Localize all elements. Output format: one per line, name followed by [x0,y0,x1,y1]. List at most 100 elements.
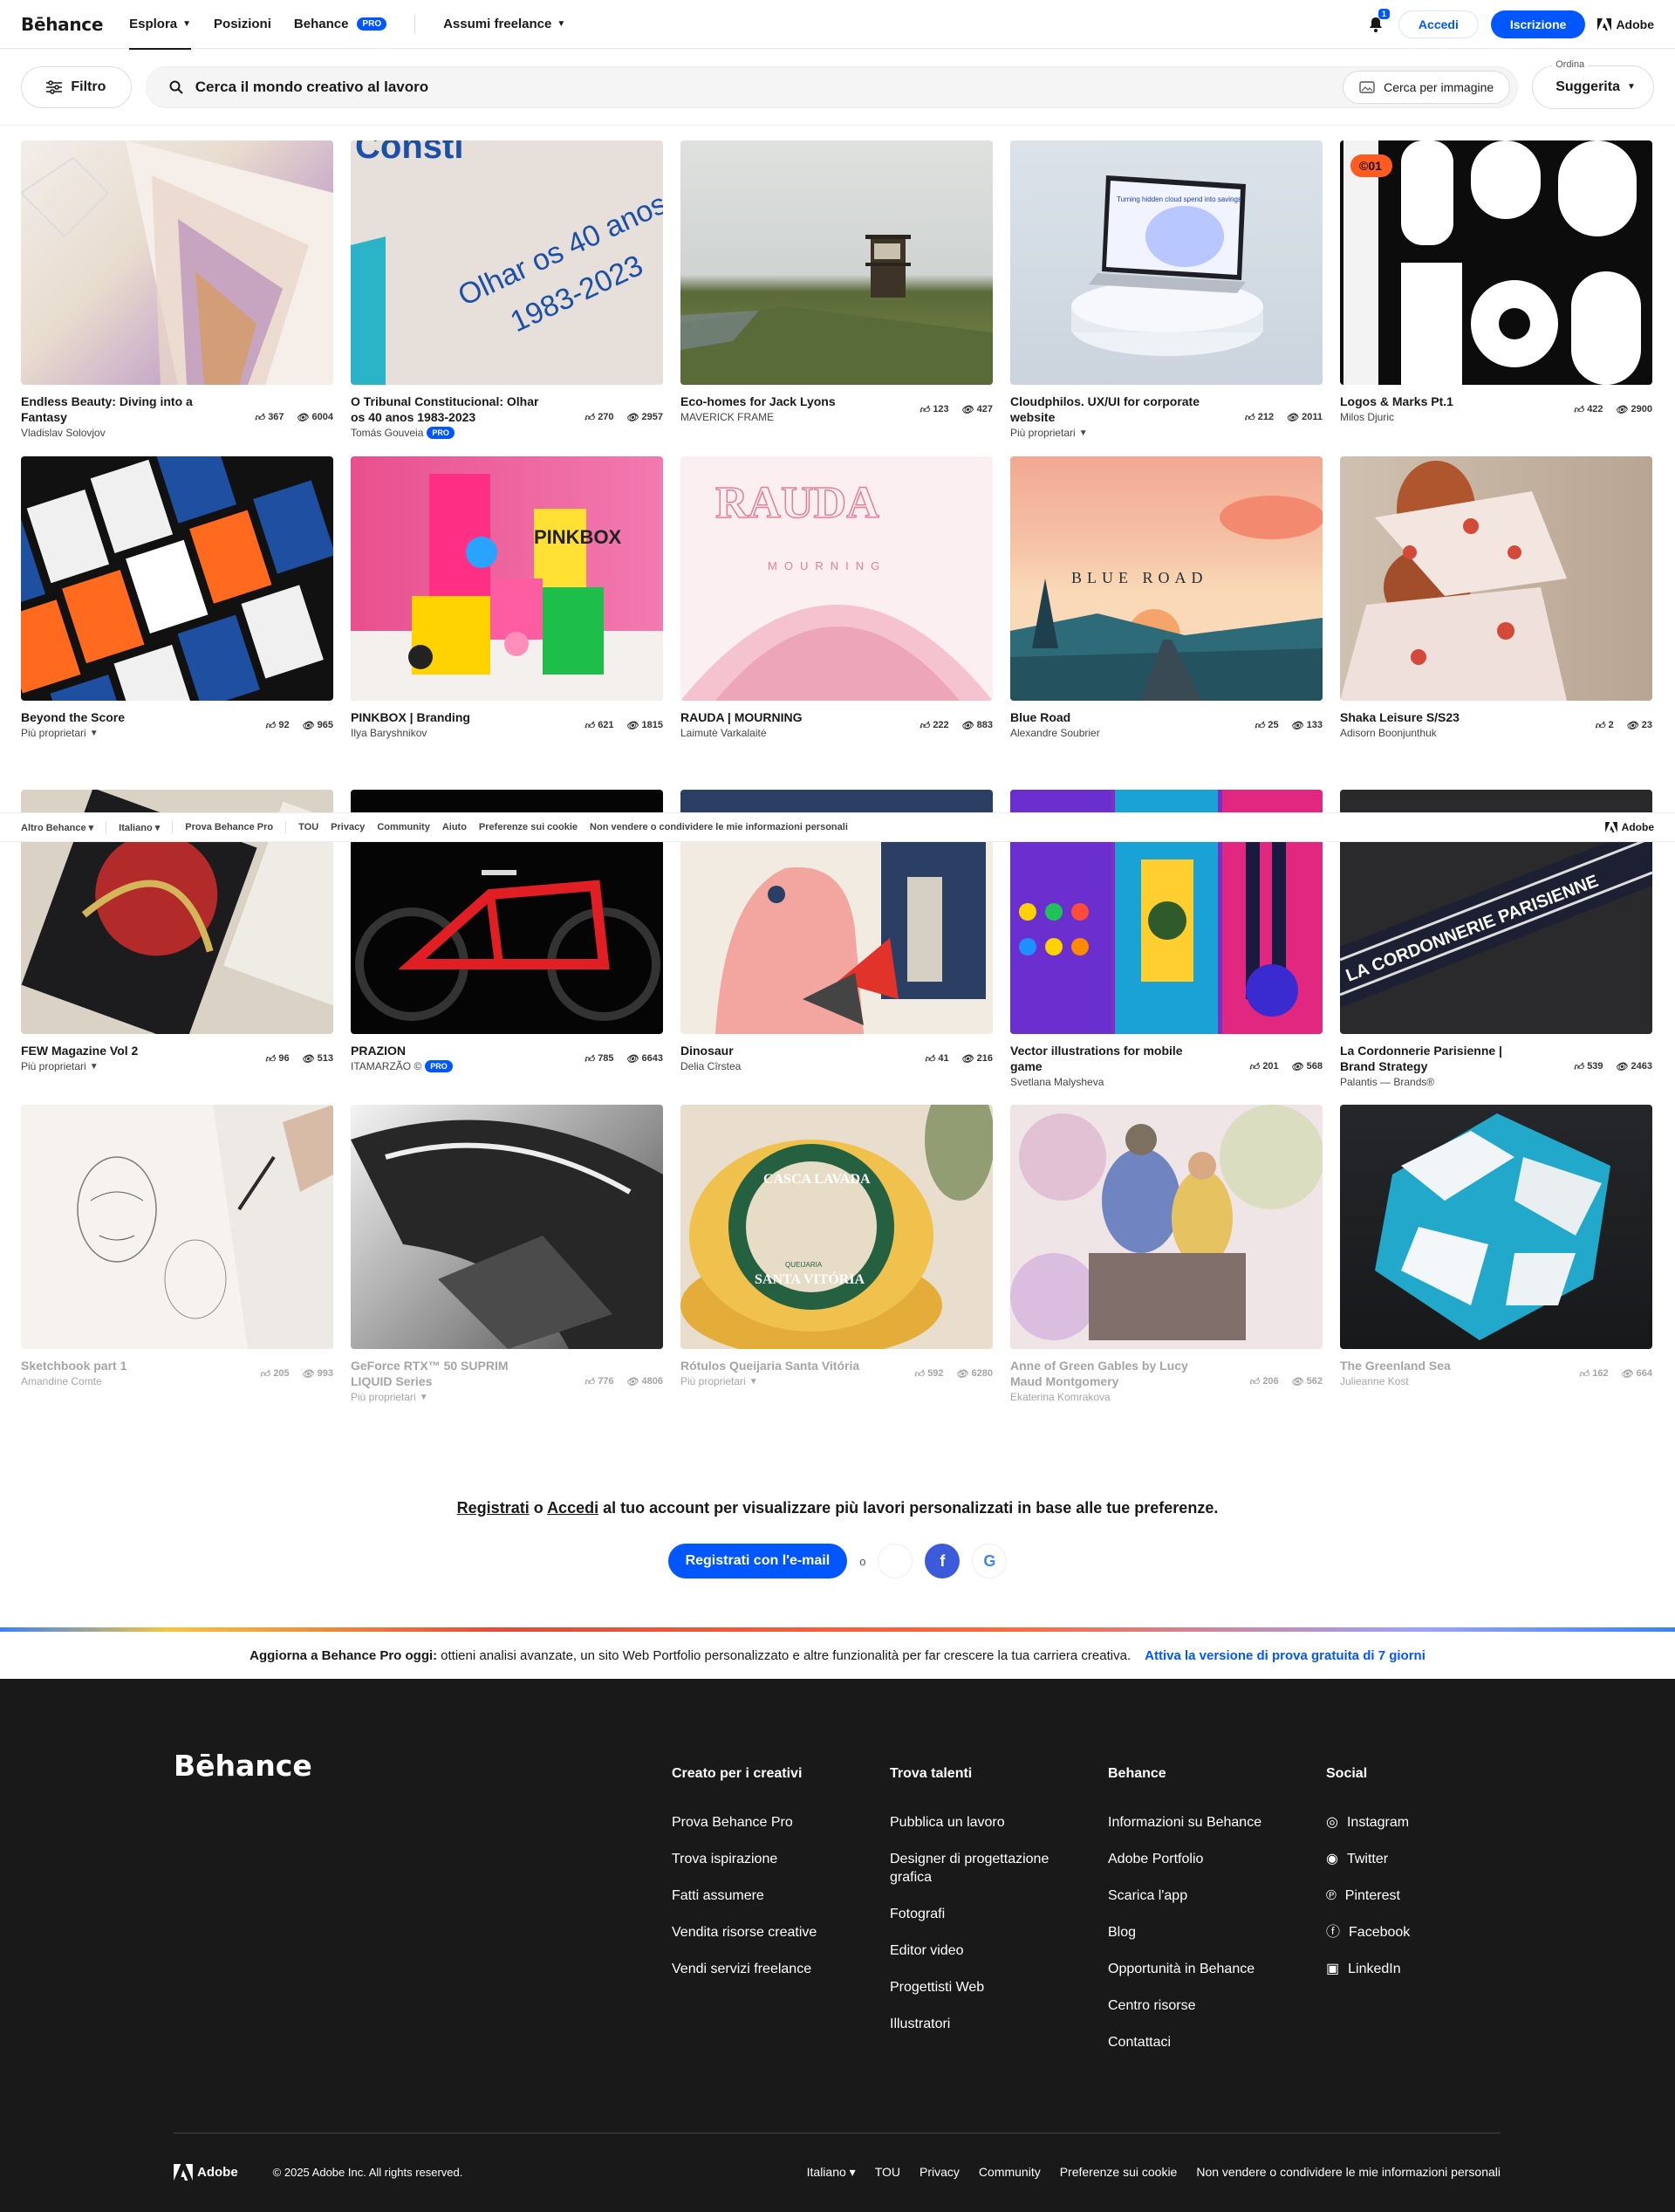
project-card[interactable]: CASCA LAVADA SANTA VITÓRIA QUEIJARIA Rótul… [680,1105,993,1387]
project-title[interactable]: Anne of Green Gables by Lucy Maud Montgo… [1010,1358,1202,1389]
footer-link[interactable]: Blog [1108,1923,1282,1941]
project-title[interactable]: FEW Magazine Vol 2 [21,1043,213,1058]
project-title[interactable]: Beyond the Score [21,709,213,725]
project-thumbnail[interactable]: PINKBOX [351,456,663,701]
project-owner[interactable]: ITAMARZÃO © PRO [351,1060,543,1072]
image-search-button[interactable]: Cerca per immagine [1343,70,1511,104]
google-signin-button[interactable]: G [972,1544,1008,1579]
footer-link[interactable]: Illustratori [890,2015,1064,2033]
project-thumbnail[interactable] [21,1105,333,1349]
pinterest-link[interactable]: ℗ Pinterest [1326,1887,1501,1905]
nav-behance-pro[interactable]: Behance PRO [294,0,387,49]
project-card[interactable]: Eco-homes for Jack Lyons MAVERICK FRAME 👍… [680,140,993,423]
project-owner[interactable]: Ilya Baryshnikov [351,727,543,739]
project-title[interactable]: PINKBOX | Branding [351,709,543,725]
register-link[interactable]: Registrati [457,1499,530,1517]
login-link[interactable]: Accedi [547,1499,598,1517]
project-card[interactable]: ©01 Logos & Marks Pt.1 Milos Djuric 👍︎ 422… [1340,140,1652,423]
project-title[interactable]: Dinosaur [680,1043,872,1058]
search-input[interactable]: Cerca il mondo creativo al lavoro Cerca … [145,65,1519,108]
project-title[interactable]: Vector illustrations for mobile game [1010,1043,1202,1074]
project-card[interactable]: Shaka Leisure S/S23 Adisorn Boonjunthuk 👍… [1340,456,1652,739]
project-card[interactable]: PINKBOX PINKBOX | Branding Ilya Baryshnik… [351,456,663,739]
project-title[interactable]: Eco-homes for Jack Lyons [680,394,872,409]
project-owner[interactable]: Julieanne Kost [1340,1375,1532,1387]
project-card[interactable]: Turning hidden cloud spend into savings … [1010,140,1323,439]
project-thumbnail[interactable]: ©01 [1340,140,1652,385]
footer-link[interactable]: Vendi servizi freelance [672,1960,846,1978]
free-trial-link[interactable]: Attiva la versione di prova gratuita di … [1145,1648,1425,1663]
project-title[interactable]: Sketchbook part 1 [21,1358,213,1373]
project-owner[interactable]: Amandine Comte [21,1375,213,1387]
project-title[interactable]: RAUDA | MOURNING [680,709,872,725]
project-card[interactable]: Sketchbook part 1 Amandine Comte 👍︎ 205 👁︎ 9… [21,1105,333,1387]
project-owner[interactable]: Vladislav Solovjov [21,427,213,439]
notifications-bell-icon[interactable]: 1 [1365,8,1390,35]
adobe-link[interactable]: Adobe [1597,17,1654,31]
project-owner[interactable]: MAVERICK FRAME [680,411,872,423]
project-owner[interactable]: Milos Djuric [1340,411,1532,423]
footer-link[interactable]: Privacy [331,822,365,832]
language-selector[interactable]: Italiano ▾ [119,822,160,833]
language-selector[interactable]: Italiano ▾ [807,2165,856,2180]
project-card[interactable]: RAUDA MOURNING RAUDA | MOURNING Laimutė Va… [680,456,993,739]
adobe-link[interactable]: Adobe [1604,821,1654,833]
footer-link[interactable]: Scarica l'app [1108,1887,1282,1905]
project-thumbnail[interactable]: Turning hidden cloud spend into savings [1010,140,1323,385]
project-card[interactable]: Consti Olhar os 40 anos 1983-2023 O Tribun… [351,140,663,439]
footer-link[interactable]: Altro Behance ▾ [21,822,93,833]
footer-link[interactable]: Designer di progettazione grafica [890,1850,1064,1887]
project-title[interactable]: Blue Road [1010,709,1202,725]
project-title[interactable]: Logos & Marks Pt.1 [1340,394,1532,409]
project-owner[interactable]: Più proprietari ▼ [21,1060,213,1072]
facebook-signin-button[interactable]: f [925,1544,961,1579]
nav-assumi-freelance[interactable]: Assumi freelance ▼ [443,0,565,49]
footer-link[interactable]: Adobe Portfolio [1108,1850,1282,1868]
project-owner[interactable]: Più proprietari ▼ [1010,427,1202,439]
footer-link[interactable]: Vendita risorse creative [672,1923,846,1941]
project-card[interactable]: Endless Beauty: Diving into a Fantasy Vla… [21,140,333,439]
footer-link[interactable]: Preferenze sui cookie [1060,2165,1178,2180]
footer-link[interactable]: Progettisti Web [890,1978,1064,1996]
project-owner[interactable]: Più proprietari ▼ [21,727,213,739]
project-owner[interactable]: Adisorn Boonjunthuk [1340,727,1532,739]
email-signup-button[interactable]: Registrati con l'e-mail [667,1544,848,1579]
nav-posizioni[interactable]: Posizioni [214,0,271,49]
footer-link[interactable]: Prova Behance Pro [185,822,273,832]
adobe-link[interactable]: Adobe [174,2164,238,2181]
project-title[interactable]: The Greenland Sea [1340,1358,1532,1373]
project-thumbnail[interactable] [21,140,333,385]
project-card[interactable]: The Greenland Sea Julieanne Kost 👍︎ 162 👁︎ 6… [1340,1105,1652,1387]
project-thumbnail[interactable] [680,140,993,385]
sort-dropdown[interactable]: Ordina Suggerita ▼ [1532,58,1654,109]
footer-link[interactable]: Privacy [920,2165,960,2180]
behance-logo[interactable]: Bēhance [21,14,103,35]
footer-link[interactable]: TOU [875,2165,900,2180]
project-owner[interactable]: Più proprietari ▼ [680,1375,872,1387]
project-thumbnail[interactable]: RAUDA MOURNING [680,456,993,701]
project-thumbnail[interactable]: BLUE ROAD [1010,456,1323,701]
footer-link[interactable]: Trova ispirazione [672,1850,846,1868]
footer-link[interactable]: Pubblica un lavoro [890,1813,1064,1832]
project-thumbnail[interactable] [351,1105,663,1349]
footer-link[interactable]: Aiuto [442,822,467,832]
project-title[interactable]: GeForce RTX™ 50 SUPRIM LIQUID Series [351,1358,543,1389]
project-thumbnail[interactable]: Consti Olhar os 40 anos 1983-2023 [351,140,663,385]
project-thumbnail[interactable] [1010,1105,1323,1349]
project-title[interactable]: PRAZION [351,1043,543,1058]
project-thumbnail[interactable] [1340,456,1652,701]
apple-signin-button[interactable] [878,1544,913,1579]
project-thumbnail[interactable] [1340,1105,1652,1349]
project-title[interactable]: O Tribunal Constitucional: Olhar os 40 a… [351,394,543,425]
twitter-link[interactable]: ◉ Twitter [1326,1850,1501,1868]
footer-link[interactable]: Prova Behance Pro [672,1813,846,1832]
footer-link[interactable]: Preferenze sui cookie [479,822,578,832]
project-thumbnail[interactable] [21,456,333,701]
project-owner[interactable]: Svetlana Malysheva [1010,1076,1202,1088]
project-title[interactable]: Shaka Leisure S/S23 [1340,709,1532,725]
footer-logo[interactable]: Bēhance [174,1749,312,1783]
footer-link[interactable]: TOU [298,822,318,832]
footer-link[interactable]: Fatti assumere [672,1887,846,1905]
footer-link[interactable]: Community [377,822,430,832]
project-title[interactable]: Endless Beauty: Diving into a Fantasy [21,394,213,425]
